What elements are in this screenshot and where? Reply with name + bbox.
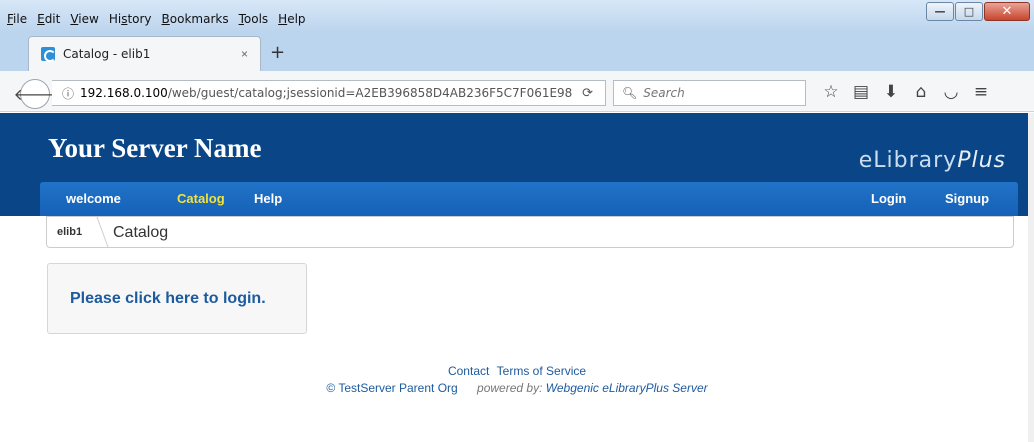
site-name: Your Server Name [48,133,262,163]
menu-tools[interactable]: Tools [234,10,274,30]
toolbar-icons: ☆ ▤ ⬇ ⌂ ◡ ≡ [816,82,996,102]
footer-links: Contact Terms of Service [0,364,1034,378]
tab-close-icon[interactable]: × [241,47,248,61]
breadcrumb-separator [87,217,109,247]
bookmark-star-icon[interactable]: ☆ [816,82,846,102]
breadcrumb-home[interactable]: elib1 [57,226,82,238]
favicon-icon [41,47,56,62]
minimize-button[interactable]: — [926,2,954,21]
url-text[interactable]: 192.168.0.100/web/guest/catalog;jsession… [80,86,582,100]
nav-signup[interactable]: Signup [945,191,989,206]
search-box[interactable]: 🔍︎ [613,80,806,106]
nav-catalog[interactable]: Catalog [177,191,225,206]
page-content: Your Server Name eLibraryPlus welcome Ca… [0,113,1028,442]
logo-main: eLibrary [858,148,958,173]
footer-powered-by: powered by: Webgenic eLibraryPlus Server [477,381,708,395]
breadcrumb-current: Catalog [113,224,169,241]
downloads-icon[interactable]: ⬇ [876,82,906,102]
back-arrow-icon: 🡐 [13,85,57,104]
search-icon: 🔍︎ [622,86,638,100]
new-tab-button[interactable]: + [270,42,285,63]
menu-edit[interactable]: Edit [32,10,65,30]
reading-list-icon[interactable]: ▤ [846,82,876,102]
navigation-toolbar: 🡐 ⓘ 192.168.0.100/web/guest/catalog;jses… [0,71,1034,112]
tab-title: Catalog - elib1 [63,47,151,61]
page-scrollbar[interactable] [1028,113,1034,442]
tab-strip: Catalog - elib1 × + [0,32,1034,71]
maximize-icon: □ [963,5,975,18]
logo-plus: Plus [957,148,1006,173]
footer-contact-link[interactable]: Contact [448,364,489,378]
login-box: Please click here to login. [47,263,307,334]
search-input[interactable] [643,86,794,100]
site-info-icon[interactable]: ⓘ [62,85,74,102]
pocket-icon[interactable]: ◡ [936,82,966,102]
reload-icon[interactable]: ⟳ [582,86,593,101]
site-header: Your Server Name eLibraryPlus welcome Ca… [0,113,1028,216]
footer-terms-link[interactable]: Terms of Service [497,364,586,378]
url-path: /web/guest/catalog;jsessionid=A2EB396858… [167,86,573,100]
minimize-icon: — [934,5,946,18]
hamburger-menu-icon[interactable]: ≡ [966,82,996,102]
tab-catalog[interactable]: Catalog - elib1 × [28,36,261,71]
site-logo: eLibraryPlus [859,148,1006,173]
menu-view[interactable]: View [65,10,103,30]
menu-help[interactable]: Help [273,10,310,30]
home-icon[interactable]: ⌂ [906,82,936,102]
powered-prefix: powered by: [477,381,543,395]
close-window-button[interactable]: ✕ [984,2,1030,21]
url-bar[interactable]: ⓘ 192.168.0.100/web/guest/catalog;jsessi… [52,80,606,106]
back-button[interactable]: 🡐 [14,79,56,109]
footer-copyright: © TestServer Parent Org [326,381,458,395]
window-controls: — □ ✕ [926,2,1030,21]
title-bar: File Edit View History Bookmarks Tools H… [0,0,1034,32]
nav-login[interactable]: Login [871,191,906,206]
close-icon: ✕ [1001,4,1013,19]
menu-file[interactable]: File [2,10,32,30]
powered-by-link[interactable]: Webgenic eLibraryPlus Server [546,381,708,395]
login-link[interactable]: Please click here to login. [70,290,266,308]
nav-help[interactable]: Help [254,191,282,206]
browser-window: File Edit View History Bookmarks Tools H… [0,0,1034,442]
footer-info: © TestServer Parent Org powered by: Webg… [0,381,1034,395]
maximize-button[interactable]: □ [955,2,983,21]
menu-bookmarks[interactable]: Bookmarks [157,10,234,30]
menu-history[interactable]: History [104,10,157,30]
breadcrumb: elib1 Catalog [46,216,1014,248]
nav-welcome[interactable]: welcome [66,191,121,206]
top-navigation: welcome Catalog Help Login Signup [40,182,1018,216]
menu-bar: File Edit View History Bookmarks Tools H… [2,10,311,30]
url-host: 192.168.0.100 [80,86,168,100]
